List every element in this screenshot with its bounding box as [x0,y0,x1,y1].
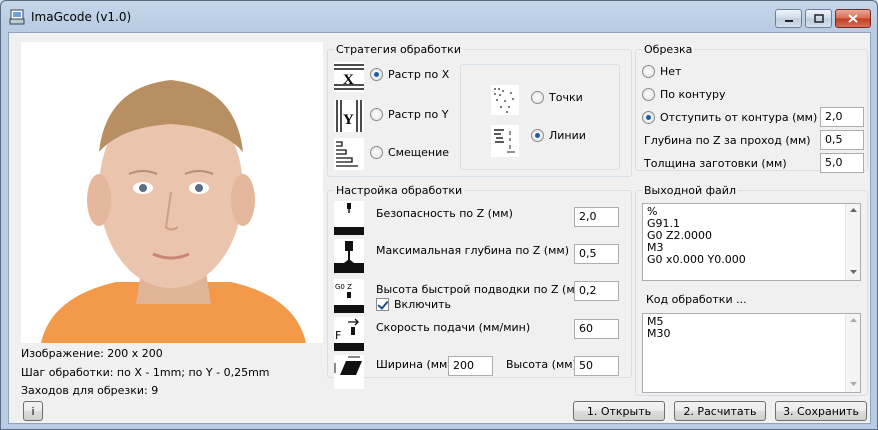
rapid-z-icon: G0 Z [334,279,364,313]
scroll-up-icon[interactable] [846,204,861,216]
size-icon [334,355,364,389]
radio-trim-none[interactable] [642,65,655,78]
strategy-raster-x[interactable]: Растр по X [370,68,449,81]
step-info: Шаг обработки: по X - 1mm; по Y - 0,25mm [21,366,270,379]
feed-rate-icon: F [334,317,364,351]
app-window: ImaGcode (v1.0) Изображение: 200 x 200 Ш… [0,0,878,430]
code-footer-label: Код обработки ... [646,293,747,306]
minimize-button[interactable] [775,9,802,28]
svg-text:Y: Y [343,112,354,128]
rapid-z-icon-text: G0 Z [335,283,352,291]
scroll-down-icon[interactable] [846,378,861,390]
output-line: G0 x0.000 Y0.000 [647,253,746,266]
trim-title: Обрезка [642,43,695,56]
mode-lines[interactable]: Линии [531,129,586,142]
max-depth-label: Максимальная глубина по Z (мм) [376,244,569,257]
radio-lines[interactable] [531,129,544,142]
width-label: Ширина (мм) [376,358,452,371]
rapid-z-label: Высота быстрой подводки по Z (мм) [376,283,588,296]
height-label: Высота (мм) [506,358,577,371]
trim-thickness-label: Толщина заготовки (мм) [644,157,787,170]
safe-z-label: Безопасность по Z (мм) [376,207,513,220]
save-button[interactable]: 3. Сохранить [775,401,867,421]
mode-dots[interactable]: Точки [531,91,583,104]
mode-box: Точки Линии [460,64,620,170]
minimize-icon [784,19,793,22]
footer-scrollbar[interactable] [845,314,860,392]
trim-offset[interactable]: Отступить от контура (мм) [642,111,817,124]
maximize-icon [813,14,824,23]
close-icon [848,14,858,23]
scroll-up-icon[interactable] [846,314,861,326]
strategy-offset[interactable]: Смещение [370,146,449,159]
rapid-enable-checkbox[interactable]: Включить [376,298,451,311]
portrait-image [21,42,323,343]
radio-raster-y[interactable] [370,108,383,121]
settings-title: Настройка обработки [334,184,465,197]
dots-icon [491,85,519,115]
calculate-button[interactable]: 2. Расчитать [674,401,766,421]
radio-raster-x[interactable] [370,68,383,81]
trim-contour[interactable]: По контуру [642,88,725,101]
strategy-group: Стратегия обработки X Растр по X Y Растр… [327,43,632,177]
max-depth-icon [334,239,364,273]
output-textarea[interactable]: % G91.1 G0 Z2.0000 M3 G0 x0.000 Y0.000 [642,203,861,281]
radio-dots[interactable] [531,91,544,104]
passes-info: Заходов для обрезки: 9 [21,384,159,397]
trim-offset-input[interactable]: 2,0 [820,107,864,127]
radio-trim-contour[interactable] [642,88,655,101]
radio-offset[interactable] [370,146,383,159]
strategy-title: Стратегия обработки [334,43,463,56]
svg-text:X: X [343,72,354,88]
feed-rate-icon-text: F [335,329,341,342]
footer-line: M5 [647,315,664,328]
safe-z-icon [334,201,364,235]
safe-z-input[interactable]: 2,0 [574,207,619,227]
window-title: ImaGcode (v1.0) [31,10,132,24]
feed-rate-label: Скорость подачи (мм/мин) [376,321,531,334]
rapid-z-input[interactable]: 0,2 [574,281,619,301]
footer-line: M30 [647,327,671,340]
output-line: G0 Z2.0000 [647,229,713,242]
lines-icon [491,125,519,157]
output-group: Выходной файл % G91.1 G0 Z2.0000 M3 G0 x… [635,184,868,396]
feed-rate-input[interactable]: 60 [574,319,619,339]
raster-x-icon: X [334,62,364,92]
open-button[interactable]: 1. Открыть [573,401,665,421]
trim-depth-label: Глубина по Z за проход (мм) [644,134,811,147]
trim-thickness-input[interactable]: 5,0 [820,153,864,173]
close-button[interactable] [835,9,871,28]
output-scrollbar[interactable] [845,204,860,280]
trim-depth-input[interactable]: 0,5 [820,130,864,150]
radio-trim-offset[interactable] [642,111,655,124]
offset-icon [334,138,364,170]
info-button[interactable]: i [23,401,43,421]
settings-group: Настройка обработки Безопасность по Z (м… [327,184,632,389]
trim-group: Обрезка Нет По контуру Отступить от конт… [635,43,868,173]
footer-code-textarea[interactable]: M5 M30 [642,313,861,393]
trim-none[interactable]: Нет [642,65,681,78]
height-input[interactable]: 50 [574,356,619,376]
app-icon [9,9,25,25]
output-title: Выходной файл [642,184,738,197]
raster-y-icon: Y [334,100,364,132]
client-area: Изображение: 200 x 200 Шаг обработки: по… [8,32,871,424]
width-input[interactable]: 200 [448,356,493,376]
maximize-button[interactable] [805,9,832,28]
source-image [21,42,323,343]
strategy-raster-y[interactable]: Растр по Y [370,108,448,121]
max-depth-input[interactable]: 0,5 [574,244,619,264]
title-bar[interactable]: ImaGcode (v1.0) [1,1,877,31]
checkbox-box[interactable] [376,298,389,311]
image-size-info: Изображение: 200 x 200 [21,347,163,360]
scroll-down-icon[interactable] [846,266,861,278]
